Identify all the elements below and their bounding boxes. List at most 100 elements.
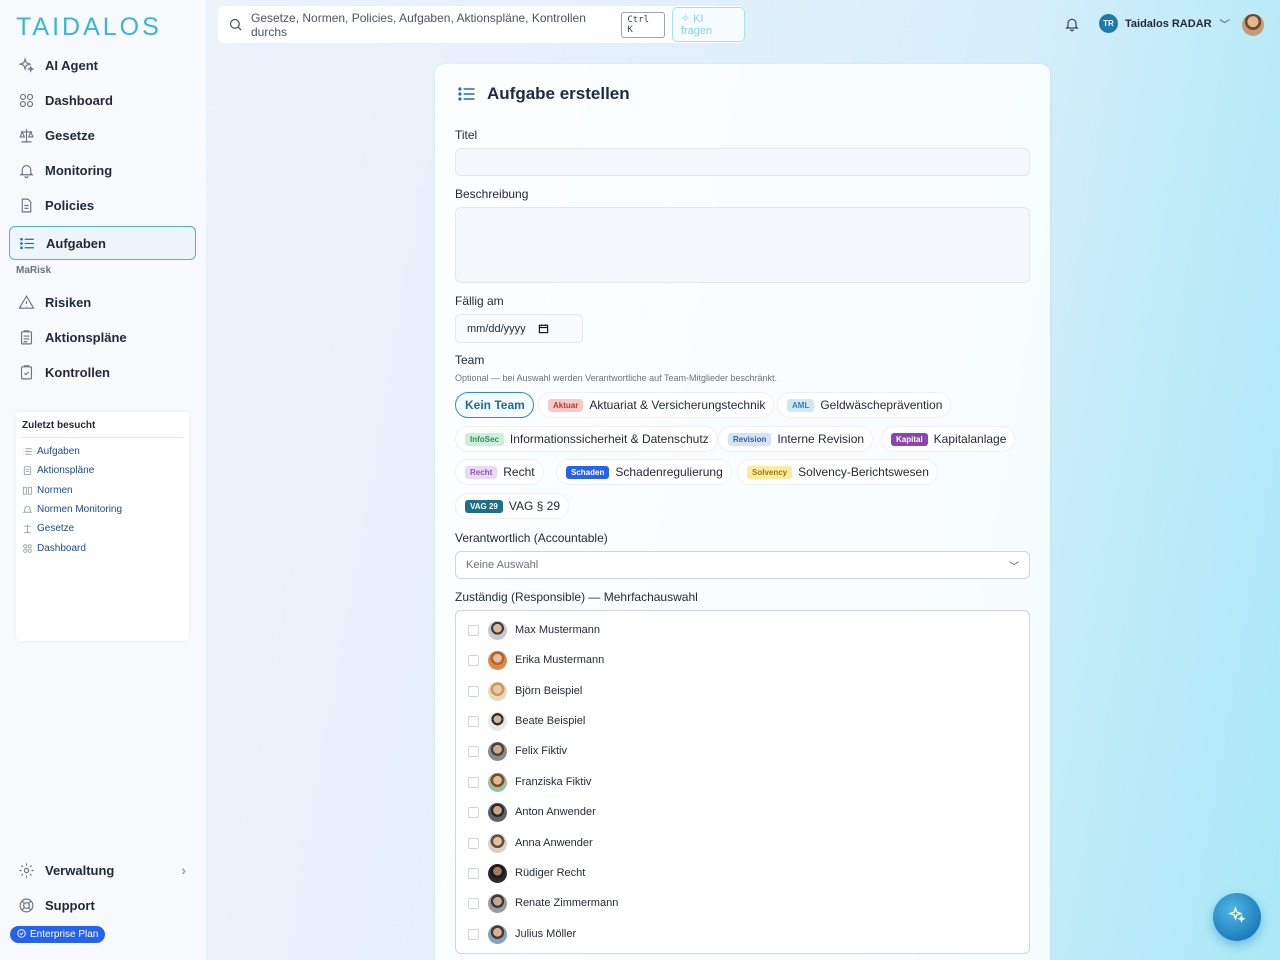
team-chip-none[interactable]: Kein Team [455,392,534,418]
team-chip[interactable]: Recht Recht [455,459,544,485]
person-row[interactable]: Anna Anwender [468,832,593,854]
team-chip-label: Kapitalanlage [933,432,1007,446]
checkbox[interactable] [468,806,479,818]
person-avatar [488,711,507,731]
global-search[interactable]: Gesetze, Normen, Policies, Aufgaben, Akt… [218,6,745,43]
checkbox[interactable] [468,897,479,909]
sidebar-item-aufgaben[interactable]: Aufgaben [9,226,196,260]
chevron-down-icon: ﹀ [1219,20,1230,31]
search-input[interactable]: Gesetze, Normen, Policies, Aufgaben, Akt… [251,11,613,39]
gear-icon [17,861,35,879]
person-row[interactable]: Max Mustermann [468,619,600,641]
description-textarea[interactable] [455,207,1030,283]
recent-item[interactable]: Dashboard [22,538,183,557]
sidebar-item-aktionsplaene[interactable]: Aktionspläne [9,320,196,354]
logo[interactable]: TAIDALOS [16,13,162,42]
team-chip[interactable]: InfoSec Informationssicherheit & Datensc… [455,426,718,452]
recent-item[interactable]: Gesetze [22,519,183,538]
checkbox[interactable] [468,837,479,849]
team-badge: Solvency [747,465,793,479]
recent-item[interactable]: Aktionspläne [22,461,183,480]
sidebar-item-label: Monitoring [45,162,113,178]
sidebar-item-verwaltung[interactable]: Verwaltung › [9,853,196,887]
team-chip-label: Recht [503,465,535,479]
person-row[interactable]: Rüdiger Recht [468,862,585,884]
sidebar-item-kontrollen[interactable]: Kontrollen [9,355,196,389]
person-avatar [488,893,507,913]
person-row[interactable]: Beate Beispiel [468,710,585,732]
user-menu[interactable]: TR Taidalos RADAR ﹀ [1099,14,1230,33]
due-date-input[interactable]: mm/dd/yyyy [455,314,583,343]
team-chip[interactable]: Schaden Schadenregulierung [556,459,732,485]
person-name: Björn Beispiel [515,685,583,697]
checkbox[interactable] [468,745,479,757]
recent-item-label: Aktionspläne [37,465,95,477]
sidebar-item-ai-agent[interactable]: AI Agent [9,48,196,82]
team-badge: AML [787,398,815,412]
profile-avatar[interactable] [1242,14,1264,36]
sidebar-item-label: Aufgaben [46,235,106,251]
sidebar-item-label: Verwaltung [45,862,115,878]
sidebar-item-label: Policies [45,197,95,213]
checkbox[interactable] [468,715,479,727]
create-task-card: Aufgabe erstellen Titel Beschreibung Fäl… [435,64,1050,960]
team-chip[interactable]: Solvency Solvency-Berichtswesen [737,459,938,485]
person-name: Rüdiger Recht [515,867,586,879]
team-chip[interactable]: Kapital Kapitalanlage [881,426,1016,452]
team-chip[interactable]: VAG 29 VAG § 29 [455,493,570,519]
recent-item-label: Gesetze [37,523,75,535]
lifebuoy-icon [17,896,35,914]
sidebar-item-policies[interactable]: Policies [9,188,196,222]
recently-visited-panel: Zuletzt besucht Aufgaben Aktionspläne No… [16,412,189,641]
ki-ask-button[interactable]: ✧ KI fragen [671,7,745,42]
person-row[interactable]: Erika Mustermann [468,649,604,671]
person-row[interactable]: Felix Fiktiv [468,740,567,762]
sidebar-item-label: Kontrollen [45,364,110,380]
clipboard-icon [22,465,33,476]
person-row[interactable]: Renate Zimmermann [468,892,618,914]
person-row[interactable]: Julius Möller [468,923,576,945]
checkbox[interactable] [468,776,479,788]
person-row[interactable]: Björn Beispiel [468,680,582,702]
sidebar-item-gesetze[interactable]: Gesetze [9,118,196,152]
person-name: Anton Anwender [515,806,596,818]
person-row[interactable]: Franziska Fiktiv [468,771,591,793]
sidebar-item-dashboard[interactable]: Dashboard [9,83,196,117]
recent-item-label: Normen [37,484,73,496]
chevron-down-icon: ﹀ [1009,561,1019,573]
person-row[interactable]: Anton Anwender [468,801,596,823]
team-chip-label: Aktuariat & Versicherungstechnik [589,398,766,412]
bell-icon [17,161,35,179]
checkbox[interactable] [468,654,479,666]
team-chip[interactable]: Aktuar Aktuariat & Versicherungstechnik [538,392,775,418]
checkbox[interactable] [468,685,479,697]
checkbox[interactable] [468,928,479,940]
team-chip-label: Informationssicherheit & Datenschutz [509,432,709,446]
due-date-placeholder: mm/dd/yyyy [467,322,526,335]
accountable-select[interactable]: Keine Auswahl ﹀ [455,551,1030,579]
team-badge: VAG 29 [465,499,503,513]
recent-item[interactable]: Aufgaben [22,442,183,461]
person-avatar [488,833,507,853]
person-avatar [488,681,507,701]
team-chip[interactable]: Revision Interne Revision [718,426,874,452]
person-name: Franziska Fiktiv [515,776,592,788]
title-input[interactable] [455,148,1030,176]
notifications-bell-icon[interactable] [1064,16,1080,32]
checkbox[interactable] [468,867,479,879]
checkbox[interactable] [468,624,479,636]
team-chip[interactable]: AML Geldwäscheprävention [777,392,952,418]
sidebar-item-label: Risiken [45,294,92,310]
recent-item[interactable]: Normen Monitoring [22,500,183,519]
calendar-icon[interactable] [538,323,549,334]
team-badge: InfoSec [465,432,504,446]
person-name: Renate Zimmermann [515,897,619,909]
sidebar-item-support[interactable]: Support [9,888,196,922]
recent-item[interactable]: Normen [22,481,183,500]
ai-assistant-fab[interactable] [1213,893,1261,941]
responsible-label: Zuständig (Responsible) — Mehrfachauswah… [455,590,698,604]
sidebar-item-monitoring[interactable]: Monitoring [9,153,196,187]
sidebar-item-risiken[interactable]: Risiken [9,285,196,319]
shortcut-hint: Ctrl K [621,11,665,38]
plan-label: Enterprise Plan [30,929,99,940]
